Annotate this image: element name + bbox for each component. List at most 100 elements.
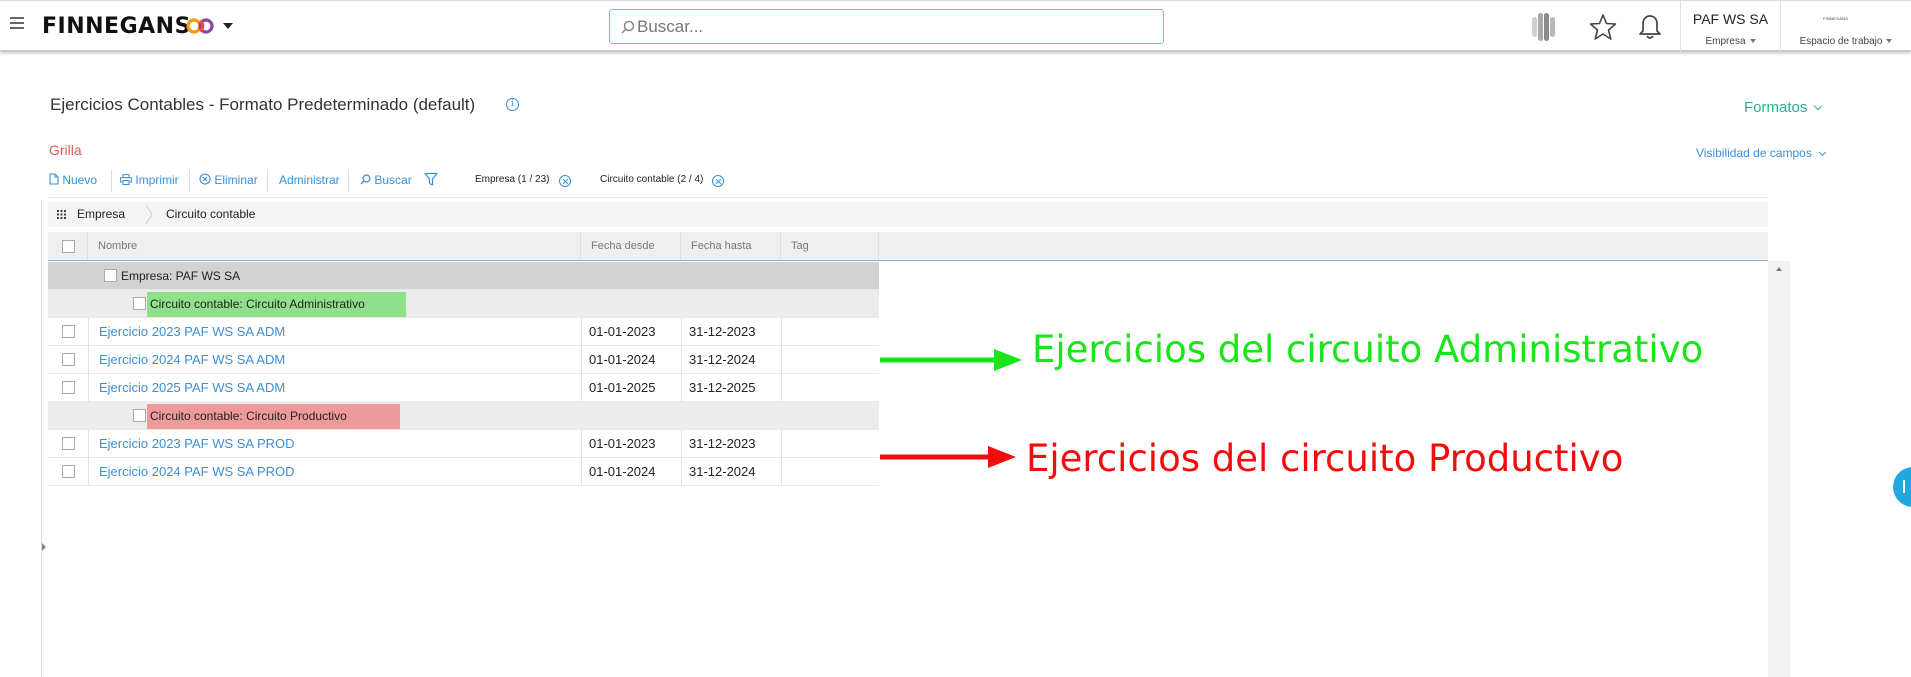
- toolbar-divider-line: [48, 197, 1768, 198]
- table-row[interactable]: Ejercicio 2024 PAF WS SA PROD 01-01-2024…: [48, 458, 879, 486]
- annotation-prod-text: Ejercicios del circuito Productivo: [1026, 437, 1624, 480]
- info-icon[interactable]: i: [506, 98, 519, 111]
- favorites-star-icon[interactable]: [1589, 13, 1617, 41]
- group-row-circuit-adm[interactable]: Circuito contable: Circuito Administrati…: [48, 290, 879, 318]
- brand-dropdown-icon[interactable]: [223, 23, 233, 29]
- chevron-down-icon: [1814, 101, 1823, 111]
- row-checkbox[interactable]: [62, 381, 75, 394]
- group-label-circuit-prod: Circuito contable: Circuito Productivo: [150, 409, 347, 423]
- filter-chip-company[interactable]: Empresa (1 / 23): [475, 174, 549, 185]
- view-label: Grilla: [49, 142, 82, 158]
- filter-chip-circuit[interactable]: Circuito contable (2 / 4): [600, 174, 703, 185]
- row-date-to: 31-12-2023: [689, 324, 756, 339]
- breadcrumb-separator-icon: [145, 204, 153, 225]
- printer-icon: [120, 174, 132, 185]
- annotation-adm-text: Ejercicios del circuito Administrativo: [1032, 328, 1704, 371]
- brand-logo[interactable]: FINNEGANS: [42, 14, 191, 39]
- toolbar-divider: [348, 170, 349, 192]
- new-document-icon: [49, 173, 59, 185]
- group-row-company[interactable]: Empresa: PAF WS SA: [48, 262, 879, 290]
- group-label-circuit-adm: Circuito contable: Circuito Administrati…: [150, 297, 365, 311]
- group-level-company[interactable]: Empresa: [77, 207, 125, 221]
- table-row[interactable]: Ejercicio 2024 PAF WS SA ADM 01-01-2024 …: [48, 346, 879, 374]
- header-select-all-cell: [48, 232, 88, 260]
- manage-button[interactable]: Administrar: [279, 173, 340, 187]
- row-date-to: 31-12-2024: [689, 464, 756, 479]
- group-checkbox[interactable]: [133, 409, 146, 422]
- search-icon: [621, 20, 635, 34]
- workspace-caret-icon: [1886, 39, 1893, 44]
- manage-label: Administrar: [279, 173, 340, 187]
- search-button[interactable]: Buscar: [360, 173, 412, 187]
- remove-filter-company-icon[interactable]: [559, 175, 571, 187]
- toolbar-divider: [111, 170, 112, 192]
- row-checkbox[interactable]: [62, 437, 75, 450]
- workspace-logo: FINNEGANS: [1823, 16, 1849, 21]
- print-label: Imprimir: [135, 173, 179, 187]
- workspace-label: Espacio de trabajo: [1799, 36, 1883, 47]
- new-label: Nuevo: [62, 173, 98, 187]
- red-arrow-annotation: [880, 446, 1016, 468]
- field-visibility-dropdown[interactable]: Visibilidad de campos: [1696, 146, 1826, 160]
- group-level-circuit[interactable]: Circuito contable: [166, 207, 255, 221]
- filter-funnel-icon[interactable]: [424, 172, 438, 187]
- row-name-link[interactable]: Ejercicio 2023 PAF WS SA PROD: [99, 430, 295, 458]
- select-all-checkbox[interactable]: [62, 240, 75, 253]
- search-icon: [360, 174, 371, 185]
- row-date-to: 31-12-2025: [689, 380, 756, 395]
- row-checkbox[interactable]: [62, 353, 75, 366]
- delete-button[interactable]: Eliminar: [199, 173, 258, 187]
- scroll-up-arrow-icon[interactable]: [1776, 267, 1782, 271]
- row-date-to: 31-12-2024: [689, 352, 756, 367]
- remove-filter-circuit-icon[interactable]: [712, 175, 724, 187]
- vertical-scrollbar[interactable]: [1768, 261, 1790, 677]
- column-header-date-to[interactable]: Fecha hasta: [681, 232, 781, 260]
- field-visibility-label: Visibilidad de campos: [1696, 146, 1812, 160]
- new-button[interactable]: Nuevo: [49, 173, 97, 187]
- table-header: Nombre Fecha desde Fecha hasta Tag: [48, 232, 1768, 261]
- grouping-bar: Empresa Circuito contable: [48, 202, 1768, 227]
- table-row[interactable]: Ejercicio 2023 PAF WS SA PROD 01-01-2023…: [48, 430, 879, 458]
- column-header-tag[interactable]: Tag: [781, 232, 879, 260]
- company-selector[interactable]: PAF WS SA Empresa: [1680, 1, 1780, 52]
- search-input[interactable]: [637, 14, 1137, 39]
- group-row-circuit-prod[interactable]: Circuito contable: Circuito Productivo: [48, 402, 879, 430]
- row-name-link[interactable]: Ejercicio 2025 PAF WS SA ADM: [99, 374, 285, 402]
- row-name-link[interactable]: Ejercicio 2024 PAF WS SA PROD: [99, 458, 295, 486]
- page-title: Ejercicios Contables - Formato Predeterm…: [50, 95, 476, 114]
- toolbar-divider: [189, 170, 190, 192]
- chevron-down-icon: [1818, 148, 1826, 157]
- formats-label: Formatos: [1744, 99, 1808, 116]
- search-label: Buscar: [374, 173, 412, 187]
- row-name-link[interactable]: Ejercicio 2024 PAF WS SA ADM: [99, 346, 285, 374]
- side-help-button[interactable]: [1893, 467, 1911, 507]
- global-search[interactable]: [609, 9, 1164, 44]
- row-date-from: 01-01-2023: [589, 324, 656, 339]
- collapse-panel-arrow-icon[interactable]: [42, 543, 46, 551]
- app-launcher-icon[interactable]: [1528, 10, 1562, 44]
- toolbar-divider: [267, 170, 268, 192]
- hamburger-menu-icon[interactable]: [10, 17, 24, 31]
- group-label-company: Empresa: PAF WS SA: [121, 269, 241, 283]
- column-header-name[interactable]: Nombre: [88, 232, 581, 260]
- row-checkbox[interactable]: [62, 465, 75, 478]
- group-checkbox[interactable]: [104, 269, 117, 282]
- table-row[interactable]: Ejercicio 2023 PAF WS SA ADM 01-01-2023 …: [48, 318, 879, 346]
- brand-co-logo-icon: [186, 18, 214, 34]
- row-date-from: 01-01-2023: [589, 436, 656, 451]
- print-button[interactable]: Imprimir: [120, 173, 179, 187]
- grid-dots-icon[interactable]: [57, 210, 66, 219]
- row-name-link[interactable]: Ejercicio 2023 PAF WS SA ADM: [99, 318, 285, 346]
- group-checkbox[interactable]: [133, 297, 146, 310]
- company-label: Empresa: [1705, 36, 1746, 47]
- delete-label: Eliminar: [214, 173, 258, 187]
- company-caret-icon: [1749, 39, 1756, 44]
- formats-dropdown[interactable]: Formatos: [1744, 99, 1823, 116]
- row-checkbox[interactable]: [62, 325, 75, 338]
- workspace-selector[interactable]: FINNEGANS Espacio de trabajo: [1780, 1, 1911, 52]
- side-help-icon: [1903, 480, 1905, 493]
- notifications-bell-icon[interactable]: [1637, 13, 1663, 41]
- delete-circle-x-icon: [199, 173, 211, 185]
- column-header-date-from[interactable]: Fecha desde: [581, 232, 681, 260]
- table-row[interactable]: Ejercicio 2025 PAF WS SA ADM 01-01-2025 …: [48, 374, 879, 402]
